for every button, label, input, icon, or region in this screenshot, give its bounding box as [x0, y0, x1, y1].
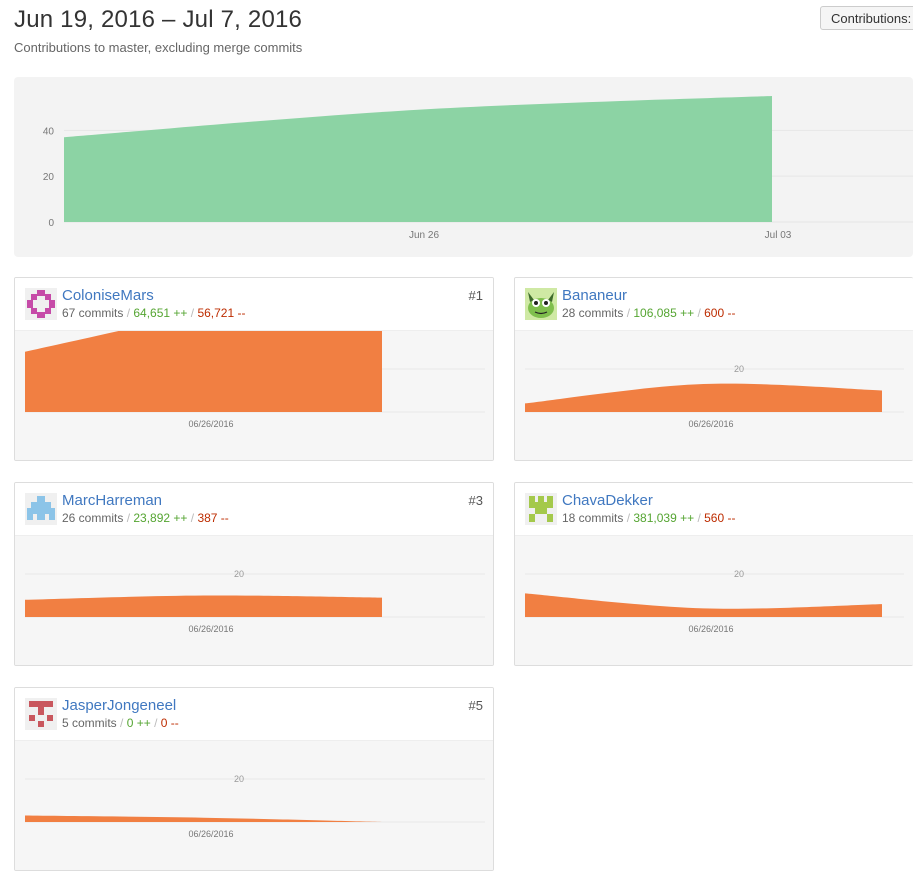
card-header: ChavaDekker 18 commits / 381,039 ++ / 56… [515, 483, 913, 536]
contributor-card: Bananeur 28 commits / 106,085 ++ / 600 -… [514, 277, 913, 461]
contributor-card: ColoniseMars 67 commits / 64,651 ++ / 56… [14, 277, 494, 461]
main-chart-svg: 0 20 40 Jun 26 Jul 03 [43, 95, 913, 241]
contributor-chart-svg: 20 06/26/2016 [525, 364, 904, 429]
contributor-stats: 5 commits / 0 ++ / 0 -- [62, 716, 179, 730]
deletions-count: 560 -- [704, 511, 736, 525]
y-tick-label: 20 [234, 774, 244, 784]
x-tick-label: 06/26/2016 [188, 624, 233, 634]
contributor-name-link[interactable]: MarcHarreman [62, 492, 162, 509]
contributor-chart: 20 06/26/2016 [515, 536, 913, 665]
commits-count: 18 commits [562, 511, 624, 525]
contributor-chart: 20 06/26/2016 [15, 741, 493, 870]
contributions-button[interactable]: Contributions: [820, 6, 913, 30]
contributor-stats: 28 commits / 106,085 ++ / 600 -- [562, 306, 736, 320]
x-tick-label: 06/26/2016 [688, 419, 733, 429]
commits-count: 28 commits [562, 306, 624, 320]
contributor-commits-area [525, 593, 882, 617]
rank-badge: #1 [468, 288, 483, 303]
y-tick-label: 20 [734, 569, 744, 579]
x-tick-label: 06/26/2016 [188, 419, 233, 429]
x-tick-label: Jul 03 [765, 230, 792, 241]
contributor-name-link[interactable]: JasperJongeneel [62, 697, 176, 714]
y-tick-label: 0 [48, 218, 54, 229]
contributor-chart: 20 06/26/2016 [15, 536, 493, 665]
contributor-chart-svg: 20 06/26/2016 [525, 569, 904, 634]
x-tick-label: Jun 26 [409, 230, 439, 241]
x-tick-label: 06/26/2016 [188, 829, 233, 839]
contributor-card: JasperJongeneel 5 commits / 0 ++ / 0 -- … [14, 687, 494, 871]
y-tick-label: 20 [734, 364, 744, 374]
contributor-commits-area [25, 595, 382, 617]
page-title: Jun 19, 2016 – Jul 7, 2016 [14, 6, 303, 33]
page-subtitle: Contributions to master, excluding merge… [14, 40, 303, 55]
card-header: JasperJongeneel 5 commits / 0 ++ / 0 -- … [15, 688, 493, 741]
y-tick-label: 20 [43, 172, 55, 183]
additions-count: 106,085 ++ [633, 306, 695, 320]
contributor-chart-svg: 20 06/26/2016 [25, 774, 485, 839]
commits-area [64, 95, 772, 222]
green-identicon[interactable] [525, 493, 557, 525]
x-tick-label: 06/26/2016 [688, 624, 733, 634]
contributor-stats: 67 commits / 64,651 ++ / 56,721 -- [62, 306, 246, 320]
additions-count: 64,651 ++ [133, 306, 188, 320]
red-identicon[interactable] [25, 698, 57, 730]
commits-count: 5 commits [62, 716, 117, 730]
rank-badge: #3 [468, 493, 483, 508]
contributor-card: ChavaDekker 18 commits / 381,039 ++ / 56… [514, 482, 913, 666]
deletions-count: 56,721 -- [197, 306, 246, 320]
frog-avatar-icon[interactable] [525, 288, 557, 320]
commits-count: 26 commits [62, 511, 124, 525]
contributor-commits-area [25, 331, 382, 412]
contributor-name-link[interactable]: ChavaDekker [562, 492, 653, 509]
blue-identicon[interactable] [25, 493, 57, 525]
contributor-chart: 20 06/26/2016 [515, 331, 913, 460]
additions-count: 23,892 ++ [133, 511, 188, 525]
commits-count: 67 commits [62, 306, 124, 320]
contributor-name-link[interactable]: Bananeur [562, 287, 627, 304]
main-contributions-chart: 0 20 40 Jun 26 Jul 03 [14, 77, 913, 257]
card-header: ColoniseMars 67 commits / 64,651 ++ / 56… [15, 278, 493, 331]
y-tick-label: 20 [234, 569, 244, 579]
card-header: Bananeur 28 commits / 106,085 ++ / 600 -… [515, 278, 913, 331]
contributor-commits-area [525, 383, 882, 412]
deletions-count: 0 -- [160, 716, 179, 730]
y-tick-label: 40 [43, 126, 55, 137]
contributor-chart-svg: 06/26/2016 [25, 331, 485, 429]
contributor-chart: 06/26/2016 [15, 331, 493, 460]
deletions-count: 387 -- [197, 511, 229, 525]
contributor-name-link[interactable]: ColoniseMars [62, 287, 154, 304]
card-header: MarcHarreman 26 commits / 23,892 ++ / 38… [15, 483, 493, 536]
contributor-card: MarcHarreman 26 commits / 23,892 ++ / 38… [14, 482, 494, 666]
rank-badge: #5 [468, 698, 483, 713]
contributor-stats: 26 commits / 23,892 ++ / 387 -- [62, 511, 229, 525]
additions-count: 0 ++ [126, 716, 151, 730]
additions-count: 381,039 ++ [633, 511, 695, 525]
contributor-stats: 18 commits / 381,039 ++ / 560 -- [562, 511, 736, 525]
deletions-count: 600 -- [704, 306, 736, 320]
pink-cross-identicon[interactable] [25, 288, 57, 320]
contributor-commits-area [25, 815, 382, 822]
contributor-chart-svg: 20 06/26/2016 [25, 569, 485, 634]
